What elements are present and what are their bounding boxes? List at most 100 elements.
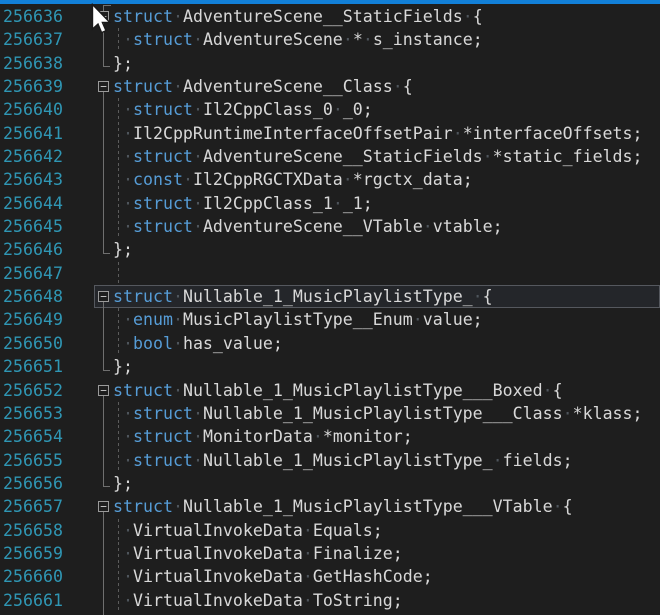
code-text: };: [113, 472, 660, 495]
code-line[interactable]: 256644 ·struct·Il2CppClass_1·_1;: [0, 192, 660, 215]
line-number[interactable]: 256648: [0, 285, 62, 308]
whitespace-dot: ·: [333, 100, 343, 119]
code-line[interactable]: 256658 ·VirtualInvokeData·Equals;: [0, 519, 660, 542]
code-text: ·const·Il2CppRGCTXData·*rgctx_data;: [113, 168, 660, 191]
fold-collapse-icon[interactable]: −: [98, 501, 109, 512]
code-token: AdventureScene__StaticFields: [203, 147, 483, 166]
line-number[interactable]: 256636: [0, 5, 62, 28]
code-line[interactable]: 256637 ·struct·AdventureScene·*·s_instan…: [0, 28, 660, 51]
line-number[interactable]: 256644: [0, 192, 62, 215]
keyword-token: struct: [113, 381, 173, 400]
line-number[interactable]: 256655: [0, 449, 62, 472]
code-line[interactable]: 256643 ·const·Il2CppRGCTXData·*rgctx_dat…: [0, 168, 660, 191]
whitespace-dot: ·: [113, 521, 133, 540]
fold-margin: [62, 192, 113, 215]
code-token: AdventureScene__Class: [183, 77, 393, 96]
line-number[interactable]: 256640: [0, 98, 62, 121]
fold-collapse-icon[interactable]: −: [98, 81, 109, 92]
code-token: *: [353, 30, 363, 49]
whitespace-dot: ·: [303, 591, 313, 610]
code-line[interactable]: 256657−struct·Nullable_1_MusicPlaylistTy…: [0, 495, 660, 518]
code-line[interactable]: 256648−struct·Nullable_1_MusicPlaylistTy…: [0, 285, 660, 308]
line-number[interactable]: 256651: [0, 355, 62, 378]
line-number[interactable]: 256637: [0, 28, 62, 51]
keyword-token: struct: [133, 451, 193, 470]
code-line[interactable]: 256641 ·Il2CppRuntimeInterfaceOffsetPair…: [0, 122, 660, 145]
code-line[interactable]: 256654 ·struct·MonitorData·*monitor;: [0, 425, 660, 448]
fold-collapse-icon[interactable]: −: [98, 11, 109, 22]
code-line[interactable]: 256661 ·VirtualInvokeData·ToString;: [0, 589, 660, 612]
line-number[interactable]: 256642: [0, 145, 62, 168]
line-number[interactable]: 256645: [0, 215, 62, 238]
line-number[interactable]: 256638: [0, 52, 62, 75]
code-token: fields;: [503, 451, 573, 470]
fold-margin: [62, 589, 113, 612]
code-line[interactable]: 256640 ·struct·Il2CppClass_0·_0;: [0, 98, 660, 121]
line-number[interactable]: 256660: [0, 565, 62, 588]
code-line[interactable]: 256656};: [0, 472, 660, 495]
code-line[interactable]: 256660 ·VirtualInvokeData·GetHashCode;: [0, 565, 660, 588]
code-line[interactable]: 256642 ·struct·AdventureScene__StaticFie…: [0, 145, 660, 168]
line-number[interactable]: 256650: [0, 332, 62, 355]
keyword-token: enum: [133, 310, 173, 329]
code-token: {: [553, 381, 563, 400]
whitespace-dot: ·: [303, 567, 313, 586]
line-number[interactable]: 256643: [0, 168, 62, 191]
code-token: GetHashCode;: [313, 567, 433, 586]
fold-margin: [62, 28, 113, 51]
line-number[interactable]: 256656: [0, 472, 62, 495]
line-number[interactable]: 256639: [0, 75, 62, 98]
code-line[interactable]: 256647: [0, 262, 660, 285]
code-token: Nullable_1_MusicPlaylistType_: [203, 451, 493, 470]
code-text: ·VirtualInvokeData·Equals;: [113, 519, 660, 542]
code-line[interactable]: 256651};: [0, 355, 660, 378]
code-line[interactable]: 256638};: [0, 52, 660, 75]
line-number[interactable]: 256646: [0, 238, 62, 261]
code-line[interactable]: 256646};: [0, 238, 660, 261]
code-editor[interactable]: 256636−struct·AdventureScene__StaticFiel…: [0, 0, 660, 615]
keyword-token: struct: [133, 30, 193, 49]
line-number[interactable]: 256658: [0, 519, 62, 542]
whitespace-dot: ·: [113, 30, 133, 49]
token-run: ·Il2CppRuntimeInterfaceOffsetPair·*inter…: [113, 124, 643, 143]
line-number[interactable]: 256652: [0, 379, 62, 402]
line-number[interactable]: 256661: [0, 589, 62, 612]
fold-margin: [62, 542, 113, 565]
code-line[interactable]: 256655 ·struct·Nullable_1_MusicPlaylistT…: [0, 449, 660, 472]
code-line[interactable]: 256653 ·struct·Nullable_1_MusicPlaylistT…: [0, 402, 660, 425]
code-text: struct·AdventureScene__Class·{: [113, 75, 660, 98]
code-line[interactable]: 256645 ·struct·AdventureScene__VTable·vt…: [0, 215, 660, 238]
line-number[interactable]: 256653: [0, 402, 62, 425]
code-line[interactable]: 256650 ·bool·has_value;: [0, 332, 660, 355]
code-line[interactable]: 256649 ·enum·MusicPlaylistType__Enum·val…: [0, 308, 660, 331]
fold-collapse-icon[interactable]: −: [98, 291, 109, 302]
line-number[interactable]: 256657: [0, 495, 62, 518]
code-token: {: [473, 7, 483, 26]
line-number[interactable]: 256659: [0, 542, 62, 565]
code-line[interactable]: 256639 −struct·AdventureScene__Class·{: [0, 75, 660, 98]
whitespace-dot: ·: [473, 287, 483, 306]
whitespace-dot: ·: [173, 77, 183, 96]
whitespace-dot: ·: [333, 194, 343, 213]
whitespace-dot: ·: [113, 451, 133, 470]
line-number[interactable]: 256649: [0, 308, 62, 331]
line-number[interactable]: 256641: [0, 122, 62, 145]
code-token: AdventureScene__VTable: [203, 217, 423, 236]
fold-collapse-icon[interactable]: −: [98, 385, 109, 396]
code-line[interactable]: 256652−struct·Nullable_1_MusicPlaylistTy…: [0, 379, 660, 402]
fold-scope-line: [103, 168, 104, 191]
code-line[interactable]: 256636−struct·AdventureScene__StaticFiel…: [0, 5, 660, 28]
whitespace-dot: ·: [113, 427, 133, 446]
fold-scope-line: [103, 192, 104, 215]
fold-scope-line: [103, 542, 104, 565]
code-line[interactable]: 256659 ·VirtualInvokeData·Finalize;: [0, 542, 660, 565]
whitespace-dot: ·: [313, 427, 323, 446]
line-number[interactable]: 256647: [0, 262, 62, 285]
code-token: Nullable_1_MusicPlaylistType___Class: [203, 404, 563, 423]
fold-margin: [62, 519, 113, 542]
whitespace-dot: ·: [113, 217, 133, 236]
token-run: ·enum·MusicPlaylistType__Enum·value;: [113, 310, 483, 329]
whitespace-dot: ·: [173, 287, 183, 306]
token-run: };: [113, 357, 133, 376]
line-number[interactable]: 256654: [0, 425, 62, 448]
